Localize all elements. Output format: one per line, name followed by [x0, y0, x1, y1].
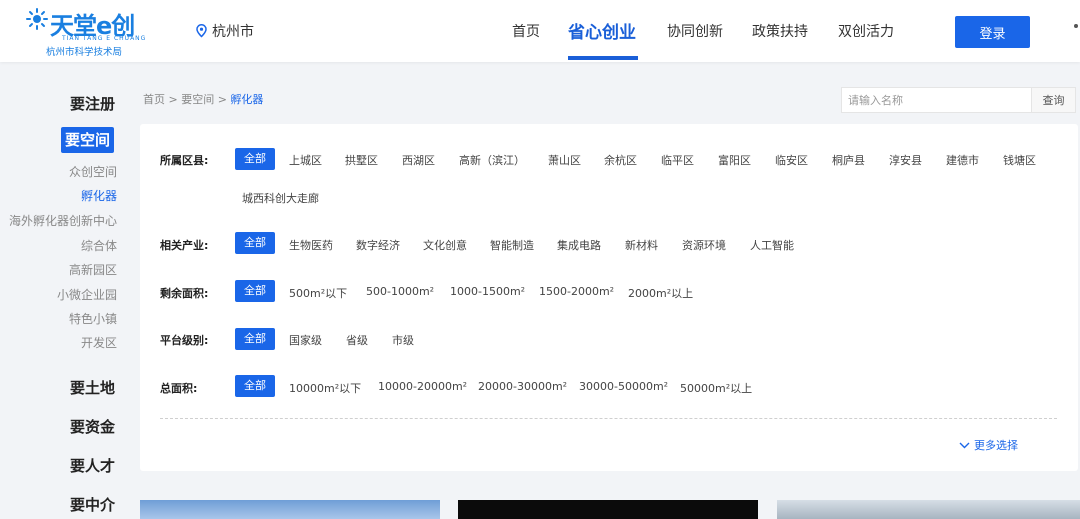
filter-remaining-area-option[interactable]: 500-1000m²: [366, 285, 434, 298]
sidebar-item-hightech-park[interactable]: 高新园区: [69, 261, 117, 278]
filter-platform-level-option[interactable]: 国家级: [289, 332, 322, 348]
more-options-label: 更多选择: [974, 439, 1018, 452]
filter-district-option[interactable]: 临平区: [661, 152, 694, 168]
breadcrumb-space[interactable]: 要空间: [181, 93, 214, 106]
breadcrumb-separator: >: [168, 93, 178, 106]
filter-industry-all[interactable]: 全部: [235, 232, 275, 254]
filter-platform-level-option[interactable]: 省级: [346, 332, 368, 348]
filter-remaining-area-option[interactable]: 1000-1500m²: [450, 285, 525, 298]
site-logo[interactable]: 天堂e创 TIAN TANG E CHUANG 杭州市科学技术局: [26, 6, 156, 58]
nav-innovation-vitality[interactable]: 双创活力: [838, 21, 894, 41]
sidebar-item-complex[interactable]: 综合体: [81, 237, 117, 254]
filter-district-option[interactable]: 上城区: [289, 152, 322, 168]
sidebar-item-featured-town[interactable]: 特色小镇: [69, 310, 117, 327]
incubator-card-image[interactable]: [458, 500, 758, 519]
breadcrumb-current: 孵化器: [230, 93, 264, 106]
filter-label-remaining-area: 剩余面积:: [160, 287, 209, 300]
filter-industry-option[interactable]: 新材料: [625, 237, 658, 253]
breadcrumb: 首页 > 要空间 > 孵化器: [143, 91, 263, 107]
filter-remaining-area-all[interactable]: 全部: [235, 280, 275, 302]
filter-platform-level-option[interactable]: 市级: [392, 332, 414, 348]
filter-industry-option[interactable]: 生物医药: [289, 237, 333, 253]
filter-total-area-option[interactable]: 20000-30000m²: [478, 380, 567, 393]
filter-label-total-area: 总面积:: [160, 382, 198, 395]
filter-district-option[interactable]: 城西科创大走廊: [242, 190, 319, 206]
more-options-button[interactable]: 更多选择: [959, 437, 1018, 453]
filter-district-option[interactable]: 萧山区: [548, 152, 581, 168]
chevron-down-icon: [959, 442, 970, 448]
location-pin-icon: [196, 24, 207, 38]
filter-total-area-option[interactable]: 30000-50000m²: [579, 380, 668, 393]
filter-district-option[interactable]: 高新（滨江）: [459, 152, 525, 168]
filter-total-area-option[interactable]: 10000m²以下: [289, 380, 361, 396]
filter-industry-option[interactable]: 人工智能: [750, 237, 794, 253]
filter-industry-option[interactable]: 智能制造: [490, 237, 534, 253]
filter-district-option[interactable]: 拱墅区: [345, 152, 378, 168]
logo-subtitle: 杭州市科学技术局: [46, 47, 123, 58]
filter-industry-option[interactable]: 资源环境: [682, 237, 726, 253]
filter-industry-option[interactable]: 数字经济: [356, 237, 400, 253]
login-button[interactable]: 登录: [955, 16, 1030, 48]
logo-pinyin: TIAN TANG E CHUANG: [62, 35, 147, 42]
filter-district-option[interactable]: 建德市: [946, 152, 979, 168]
filter-label-platform-level: 平台级别:: [160, 334, 209, 347]
filter-remaining-area-option[interactable]: 1500-2000m²: [539, 285, 614, 298]
nav-home[interactable]: 首页: [512, 21, 540, 41]
filter-panel: 所属区县: 全部 上城区 拱墅区 西湖区 高新（滨江） 萧山区 余杭区 临平区 …: [140, 124, 1078, 471]
sidebar-item-small-business-park[interactable]: 小微企业园: [57, 286, 117, 303]
breadcrumb-separator: >: [217, 93, 227, 106]
filter-platform-level-all[interactable]: 全部: [235, 328, 275, 350]
search-button[interactable]: 查询: [1032, 87, 1076, 113]
sidebar-item-overseas-incubator[interactable]: 海外孵化器创新中心: [9, 212, 117, 229]
incubator-card-image[interactable]: [777, 500, 1080, 519]
city-selector[interactable]: 杭州市: [196, 21, 254, 41]
logo-sun-icon: [26, 8, 48, 30]
sidebar-item-development-zone[interactable]: 开发区: [81, 334, 117, 351]
filter-total-area-all[interactable]: 全部: [235, 375, 275, 397]
sidebar-section-register[interactable]: 要注册: [70, 93, 115, 114]
city-name: 杭州市: [212, 24, 254, 40]
search-input[interactable]: [841, 87, 1032, 113]
filter-remaining-area-option[interactable]: 2000m²以上: [628, 285, 693, 301]
filter-industry-option[interactable]: 文化创意: [423, 237, 467, 253]
filter-district-option[interactable]: 富阳区: [718, 152, 751, 168]
filter-industry-option[interactable]: 集成电路: [557, 237, 601, 253]
edge-dot-icon: [1074, 24, 1078, 28]
incubator-card-image[interactable]: [140, 500, 440, 519]
filter-total-area-option[interactable]: 50000m²以上: [680, 380, 752, 396]
filter-total-area-option[interactable]: 10000-20000m²: [378, 380, 467, 393]
nav-startup[interactable]: 省心创业: [568, 18, 636, 43]
filter-label-district: 所属区县:: [160, 154, 209, 167]
filter-district-option[interactable]: 余杭区: [604, 152, 637, 168]
filter-divider: [160, 418, 1057, 419]
nav-policy-support[interactable]: 政策扶持: [752, 21, 808, 41]
sidebar-section-space[interactable]: 要空间: [61, 127, 114, 153]
sidebar-item-incubator[interactable]: 孵化器: [81, 187, 117, 204]
sidebar-section-land[interactable]: 要土地: [70, 377, 115, 398]
top-header: 天堂e创 TIAN TANG E CHUANG 杭州市科学技术局 杭州市 首页 …: [0, 0, 1080, 62]
filter-district-option[interactable]: 临安区: [775, 152, 808, 168]
filter-district-option[interactable]: 桐庐县: [832, 152, 865, 168]
filter-district-option[interactable]: 淳安县: [889, 152, 922, 168]
sidebar-item-maker-space[interactable]: 众创空间: [69, 163, 117, 180]
filter-district-all[interactable]: 全部: [235, 148, 275, 170]
nav-collaborative-innovation[interactable]: 协同创新: [667, 21, 723, 41]
nav-active-underline: [568, 56, 638, 60]
filter-remaining-area-option[interactable]: 500m²以下: [289, 285, 347, 301]
breadcrumb-home[interactable]: 首页: [143, 93, 165, 106]
sidebar-section-funding[interactable]: 要资金: [70, 416, 115, 437]
sidebar-section-agency[interactable]: 要中介: [70, 494, 115, 515]
filter-district-option[interactable]: 西湖区: [402, 152, 435, 168]
filter-district-option[interactable]: 钱塘区: [1003, 152, 1036, 168]
filter-label-industry: 相关产业:: [160, 239, 209, 252]
sidebar-section-talent[interactable]: 要人才: [70, 455, 115, 476]
